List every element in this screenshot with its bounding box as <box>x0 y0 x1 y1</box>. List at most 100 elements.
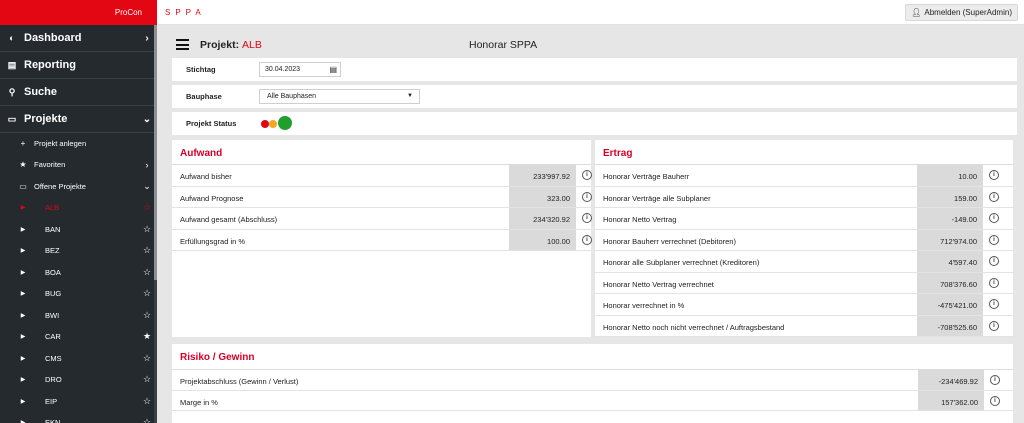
sidebar-project-item[interactable]: ▶ BAN ☆ <box>0 218 157 240</box>
folder-icon: ▭ <box>7 113 17 124</box>
document-icon: ▤ <box>7 59 17 70</box>
info-icon[interactable]: i <box>989 213 999 223</box>
table-row: Aufwand gesamt (Abschluss) 234'320.92 i <box>172 208 592 230</box>
caret-right-icon: ▶ <box>20 248 26 255</box>
info-icon[interactable]: i <box>989 170 999 180</box>
aufwand-title: Aufwand <box>180 148 223 159</box>
project-list: ▶ ALB ☆ ▶ BAN ☆ ▶ BEZ ☆ ▶ BOA ☆ ▶ BUG ☆ ▶ BWI ☆ ▶ CAR ★ ▶ CMS ☆… <box>0 197 157 423</box>
stichtag-label: Stichtag <box>186 65 216 74</box>
project-code: BOA <box>45 267 61 277</box>
status-dot-green <box>278 116 292 130</box>
row-label: Honorar verrechnet in % <box>603 301 685 310</box>
project-code: EIP <box>45 396 58 406</box>
row-value: 100.00 <box>509 229 576 251</box>
project-code: BUG <box>45 289 62 299</box>
info-icon[interactable]: i <box>990 395 1000 406</box>
project-code: BAN <box>45 224 61 234</box>
sidebar-item-label: Dashboard <box>24 32 82 44</box>
caret-right-icon: ▶ <box>20 312 26 319</box>
row-label: Honorar Verträge Bauherr <box>603 172 690 181</box>
sidebar-item-offene-projekte[interactable]: ▭ Offene Projekte ⌄ <box>0 176 157 197</box>
info-icon[interactable]: i <box>989 299 999 309</box>
sidebar-item-reporting[interactable]: ▤ Reporting <box>0 52 157 79</box>
table-row: Honorar Netto noch nicht verrechnet / Au… <box>595 315 1013 337</box>
sidebar-item-suche[interactable]: ⚲ Suche <box>0 79 157 106</box>
info-icon[interactable]: i <box>989 234 999 245</box>
row-value: 323.00 <box>509 186 576 208</box>
folder-open-icon: ▭ <box>19 181 27 191</box>
info-icon[interactable]: i <box>582 234 592 245</box>
info-icon[interactable]: i <box>582 170 592 180</box>
status-dot-yellow <box>269 120 277 128</box>
caret-right-icon: ▶ <box>20 205 26 212</box>
caret-right-icon: ▶ <box>18 419 28 423</box>
calendar-icon[interactable]: ▤ <box>329 65 337 74</box>
ertrag-card: Ertrag Honorar Verträge Bauherr 10.00 i Hon… <box>595 140 1013 337</box>
main-content: Projekt: ALB Honorar SPPA Stichtag 30.04… <box>157 25 1024 423</box>
sidebar-project-item[interactable]: ▶ BWI ☆ <box>0 304 157 326</box>
sidebar-item-label: Favoriten <box>34 160 66 170</box>
sidebar-item-label: Projekte <box>24 113 68 125</box>
sidebar-item-label: Suche <box>24 86 58 98</box>
sidebar-item-projekt-anlegen[interactable]: + Projekt anlegen <box>0 133 157 154</box>
sidebar-item-projekte[interactable]: ▭ Projekte ⌄ <box>0 106 157 133</box>
info-icon[interactable]: i <box>989 277 999 288</box>
project-code: EKN <box>45 418 61 423</box>
ertrag-title: Ertrag <box>603 148 633 159</box>
info-icon[interactable]: i <box>989 320 999 331</box>
sidebar-project-item[interactable]: ▶EKN☆ <box>0 412 157 423</box>
stichtag-date-input[interactable]: 30.04.2023 ▤ <box>259 62 341 77</box>
project-title: Projekt: ALB <box>200 39 262 51</box>
bauphase-label: Bauphase <box>186 92 222 101</box>
sidebar-project-item[interactable]: ▶ CAR ★ <box>0 326 157 348</box>
app-name: SPPA <box>165 8 206 17</box>
project-value: ALB <box>242 39 262 51</box>
sidebar-project-item[interactable]: ▶ BEZ ☆ <box>0 240 157 262</box>
row-label: Honorar alle Subplaner verrechnet (Kredi… <box>603 258 760 267</box>
row-value: 10.00 <box>917 165 983 186</box>
bauphase-select[interactable]: Alle Bauphasen ▼ <box>259 89 420 104</box>
table-row: Honorar Netto Vertrag -149.00 i <box>595 208 1013 230</box>
sidebar-item-label: Projekt anlegen <box>34 139 87 149</box>
menu-icon[interactable] <box>176 39 189 50</box>
info-icon[interactable]: i <box>989 191 999 202</box>
bauphase-row: Bauphase Alle Bauphasen ▼ <box>172 85 1017 108</box>
sidebar-project-item[interactable]: ▶ BOA ☆ <box>0 261 157 283</box>
row-value: 4'597.40 <box>917 251 983 272</box>
sidebar-project-item[interactable]: ▶ EIP ☆ <box>0 390 157 412</box>
row-label: Honorar Netto Vertrag <box>603 215 677 224</box>
row-value: 159.00 <box>917 186 983 207</box>
info-icon[interactable]: i <box>989 256 999 266</box>
row-label: Marge in % <box>180 397 218 407</box>
risiko-title: Risiko / Gewinn <box>180 352 255 363</box>
table-row: Erfüllungsgrad in % 100.00 i <box>172 229 592 252</box>
sidebar-project-item[interactable]: ▶ BUG ☆ <box>0 283 157 305</box>
row-label: Aufwand gesamt (Abschluss) <box>180 215 278 225</box>
row-label: Aufwand bisher <box>180 172 232 181</box>
plus-icon: + <box>20 139 26 149</box>
row-value: -708'525.60 <box>917 315 983 336</box>
info-icon[interactable]: i <box>582 191 592 202</box>
dashboard-icon: ◐ <box>9 33 15 43</box>
project-code: CAR <box>45 332 61 342</box>
status-dot-red <box>261 120 269 128</box>
project-code: BWI <box>45 310 60 320</box>
sidebar-project-item[interactable]: ▶ ALB ☆ <box>0 197 157 219</box>
row-label: Honorar Verträge alle Subplaner <box>603 193 711 203</box>
sidebar-item-favoriten[interactable]: ★ Favoriten › <box>0 154 157 175</box>
sidebar-item-dashboard[interactable]: ◐ Dashboard › <box>0 25 157 52</box>
row-label: Projektabschluss (Gewinn / Verlust) <box>180 377 299 386</box>
project-code: CMS <box>45 353 62 363</box>
project-code: BEZ <box>45 246 60 256</box>
sidebar-item-label: Reporting <box>24 59 76 71</box>
logout-label: Abmelden (SuperAdmin) <box>924 8 1012 17</box>
page-title: Honorar SPPA <box>469 39 538 51</box>
sidebar-project-item[interactable]: ▶ DRO ☆ <box>0 369 157 391</box>
sidebar-project-item[interactable]: ▶ CMS ☆ <box>0 347 157 369</box>
brand-logo[interactable]: ProCon <box>0 0 157 25</box>
info-icon[interactable]: i <box>582 213 592 224</box>
caret-right-icon: ▶ <box>20 291 26 298</box>
logout-button[interactable]: 👤︎ Abmelden (SuperAdmin) <box>905 4 1018 21</box>
project-code: ALB <box>45 203 60 213</box>
info-icon[interactable]: i <box>990 375 1000 385</box>
